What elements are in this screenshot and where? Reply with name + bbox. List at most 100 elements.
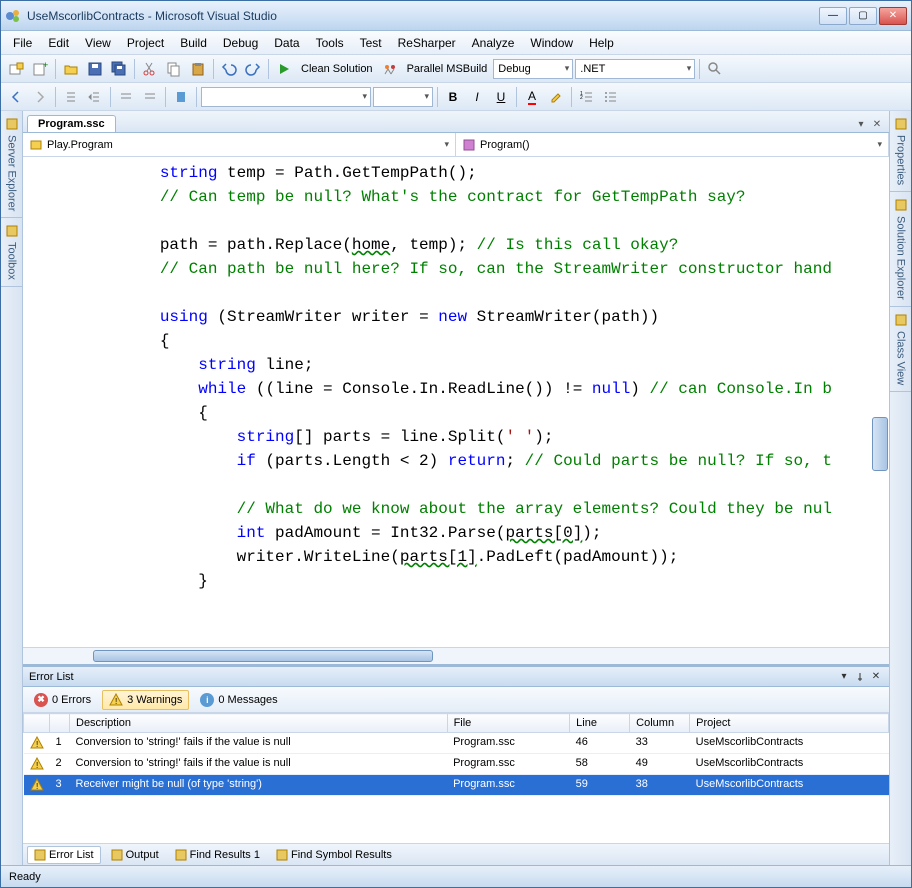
new-project-button[interactable] bbox=[5, 58, 27, 80]
grid-header[interactable]: Project bbox=[690, 714, 889, 733]
comment-button[interactable] bbox=[115, 86, 137, 108]
sidetab-right-solution-explorer[interactable]: Solution Explorer bbox=[890, 192, 911, 307]
error-row[interactable]: !2Conversion to 'string!' fails if the v… bbox=[24, 754, 889, 775]
code-line[interactable]: // Can temp be null? What's the contract… bbox=[83, 185, 889, 209]
add-item-button[interactable]: + bbox=[29, 58, 51, 80]
list-ol-button[interactable]: 12 bbox=[576, 86, 598, 108]
menu-analyze[interactable]: Analyze bbox=[464, 33, 523, 53]
messages-filter-button[interactable]: i 0 Messages bbox=[193, 690, 284, 710]
code-line[interactable]: string temp = Path.GetTempPath(); bbox=[83, 161, 889, 185]
close-button[interactable]: ✕ bbox=[879, 7, 907, 25]
tab-close-button[interactable]: ✕ bbox=[869, 116, 885, 132]
sidetab-right-class-view[interactable]: Class View bbox=[890, 307, 911, 392]
copy-button[interactable] bbox=[163, 58, 185, 80]
indent-inc-button[interactable] bbox=[84, 86, 106, 108]
code-line[interactable]: { bbox=[83, 329, 889, 353]
parallel-msbuild-button[interactable]: Parallel MSBuild bbox=[403, 63, 492, 75]
italic-button[interactable]: I bbox=[466, 86, 488, 108]
bold-button[interactable]: B bbox=[442, 86, 464, 108]
hscroll-bar[interactable] bbox=[23, 647, 889, 664]
grid-header[interactable]: Column bbox=[630, 714, 690, 733]
nav-fwd-button[interactable] bbox=[29, 86, 51, 108]
list-ul-button[interactable] bbox=[600, 86, 622, 108]
code-line[interactable] bbox=[83, 473, 889, 497]
menu-resharper[interactable]: ReSharper bbox=[390, 33, 464, 53]
grid-header[interactable] bbox=[50, 714, 70, 733]
code-line[interactable]: if (parts.Length < 2) return; // Could p… bbox=[83, 449, 889, 473]
underline-button[interactable]: U bbox=[490, 86, 512, 108]
find-button[interactable] bbox=[704, 58, 726, 80]
sidetab-right-properties[interactable]: Properties bbox=[890, 111, 911, 192]
grid-header[interactable]: Description bbox=[70, 714, 448, 733]
grid-header[interactable]: Line bbox=[570, 714, 630, 733]
code-line[interactable]: writer.WriteLine(parts[1].PadLeft(padAmo… bbox=[83, 545, 889, 569]
config-dropdown[interactable]: Debug bbox=[493, 59, 573, 79]
menu-debug[interactable]: Debug bbox=[215, 33, 266, 53]
panel-tab-error-list[interactable]: Error List bbox=[27, 846, 101, 864]
error-row[interactable]: !1Conversion to 'string!' fails if the v… bbox=[24, 733, 889, 754]
paste-button[interactable] bbox=[187, 58, 209, 80]
sidetab-left-server-explorer[interactable]: Server Explorer bbox=[1, 111, 22, 218]
menu-view[interactable]: View bbox=[77, 33, 119, 53]
code-line[interactable] bbox=[83, 281, 889, 305]
panel-tab-find-results-1[interactable]: Find Results 1 bbox=[169, 847, 266, 863]
code-line[interactable]: // What do we know about the array eleme… bbox=[83, 497, 889, 521]
nav-back-button[interactable] bbox=[5, 86, 27, 108]
menu-help[interactable]: Help bbox=[581, 33, 622, 53]
start-debug-button[interactable] bbox=[273, 58, 295, 80]
maximize-button[interactable]: ▢ bbox=[849, 7, 877, 25]
menu-window[interactable]: Window bbox=[522, 33, 581, 53]
open-button[interactable] bbox=[60, 58, 82, 80]
member-dropdown[interactable]: Program() bbox=[456, 133, 889, 156]
save-button[interactable] bbox=[84, 58, 106, 80]
sidetab-left-toolbox[interactable]: Toolbox bbox=[1, 218, 22, 287]
code-line[interactable] bbox=[83, 209, 889, 233]
clean-solution-button[interactable]: Clean Solution bbox=[297, 63, 377, 75]
code-line[interactable]: using (StreamWriter writer = new StreamW… bbox=[83, 305, 889, 329]
menu-build[interactable]: Build bbox=[172, 33, 215, 53]
find-dropdown[interactable] bbox=[201, 87, 371, 107]
class-dropdown[interactable]: Play.Program bbox=[23, 133, 456, 156]
code-editor[interactable]: string temp = Path.GetTempPath(); // Can… bbox=[23, 157, 889, 647]
style-dropdown[interactable] bbox=[373, 87, 433, 107]
panel-tab-output[interactable]: Output bbox=[105, 847, 165, 863]
error-row[interactable]: !3Receiver might be null (of type 'strin… bbox=[24, 775, 889, 796]
minimize-button[interactable]: — bbox=[819, 7, 847, 25]
menu-tools[interactable]: Tools bbox=[308, 33, 352, 53]
code-line[interactable]: string line; bbox=[83, 353, 889, 377]
highlight-button[interactable] bbox=[545, 86, 567, 108]
hscroll-thumb[interactable] bbox=[93, 650, 433, 662]
code-line[interactable]: // Can path be null here? If so, can the… bbox=[83, 257, 889, 281]
grid-header[interactable]: File bbox=[447, 714, 570, 733]
menu-project[interactable]: Project bbox=[119, 33, 172, 53]
vscroll-thumb[interactable] bbox=[872, 417, 888, 471]
save-all-button[interactable] bbox=[108, 58, 130, 80]
code-line[interactable]: while ((line = Console.In.ReadLine()) !=… bbox=[83, 377, 889, 401]
code-line[interactable]: path = path.Replace(home, temp); // Is t… bbox=[83, 233, 889, 257]
panel-close-button[interactable]: ✕ bbox=[869, 670, 883, 684]
code-line[interactable]: string[] parts = line.Split(' '); bbox=[83, 425, 889, 449]
warnings-filter-button[interactable]: ! 3 Warnings bbox=[102, 690, 189, 710]
errors-filter-button[interactable]: ✖ 0 Errors bbox=[27, 690, 98, 710]
code-line[interactable]: int padAmount = Int32.Parse(parts[0]); bbox=[83, 521, 889, 545]
panel-tab-find-symbol-results[interactable]: Find Symbol Results bbox=[270, 847, 398, 863]
grid-header[interactable] bbox=[24, 714, 50, 733]
redo-button[interactable] bbox=[242, 58, 264, 80]
menu-file[interactable]: File bbox=[5, 33, 40, 53]
error-grid[interactable]: DescriptionFileLineColumnProject !1Conve… bbox=[23, 713, 889, 796]
menu-test[interactable]: Test bbox=[352, 33, 390, 53]
platform-dropdown[interactable]: .NET bbox=[575, 59, 695, 79]
code-line[interactable]: { bbox=[83, 401, 889, 425]
menu-edit[interactable]: Edit bbox=[40, 33, 77, 53]
panel-pin-button[interactable] bbox=[853, 670, 867, 684]
font-color-button[interactable]: A bbox=[521, 86, 543, 108]
undo-button[interactable] bbox=[218, 58, 240, 80]
menu-data[interactable]: Data bbox=[266, 33, 307, 53]
panel-menu-button[interactable]: ▾ bbox=[837, 670, 851, 684]
doc-tab-program[interactable]: Program.ssc bbox=[27, 115, 116, 132]
cut-button[interactable] bbox=[139, 58, 161, 80]
bookmark-button[interactable] bbox=[170, 86, 192, 108]
code-line[interactable]: } bbox=[83, 569, 889, 593]
uncomment-button[interactable] bbox=[139, 86, 161, 108]
tab-dropdown-button[interactable]: ▾ bbox=[853, 116, 869, 132]
